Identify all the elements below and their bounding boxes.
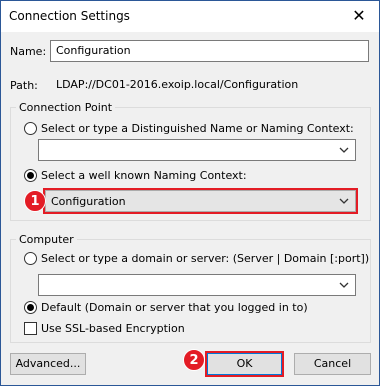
highlight-box-context [43,188,358,214]
name-label: Name: [10,45,47,58]
title-bar: Connection Settings ✕ [1,1,379,32]
path-field: LDAP://DC01-2016.exoip.local/Configurati… [50,74,369,96]
computer-title: Computer [16,233,77,246]
cancel-button[interactable]: Cancel [294,353,371,375]
highlight-box-ok [205,351,284,377]
distinguished-name-combo[interactable] [38,139,356,161]
domain-server-combo[interactable] [38,274,356,296]
ssl-checkbox[interactable] [24,322,37,335]
annotation-badge-2: 2 [183,349,205,371]
radio-domain-server[interactable] [24,252,37,265]
chevron-down-icon[interactable] [337,143,351,157]
connection-settings-dialog: Connection Settings ✕ Name: Configuratio… [0,0,380,386]
name-field[interactable]: Configuration [50,40,369,62]
ssl-checkbox-label: Use SSL-based Encryption [41,322,185,335]
radio-default-domain-label: Default (Domain or server that you logge… [41,301,308,314]
name-value: Configuration [56,44,131,57]
radio-distinguished-name-label: Select or type a Distinguished Name or N… [41,122,354,135]
path-label: Path: [10,79,38,92]
path-value: LDAP://DC01-2016.exoip.local/Configurati… [56,78,299,91]
advanced-button[interactable]: Advanced... [10,353,86,375]
close-icon[interactable]: ✕ [349,6,369,26]
window-title: Connection Settings [9,9,130,23]
radio-domain-server-label: Select or type a domain or server: (Serv… [41,252,370,265]
radio-well-known-context-label: Select a well known Naming Context: [41,169,247,182]
connection-point-title: Connection Point [16,101,116,114]
annotation-badge-1: 1 [24,190,46,212]
radio-default-domain[interactable] [24,301,37,314]
radio-distinguished-name[interactable] [24,122,37,135]
radio-well-known-context[interactable] [24,169,37,182]
chevron-down-icon[interactable] [337,278,351,292]
